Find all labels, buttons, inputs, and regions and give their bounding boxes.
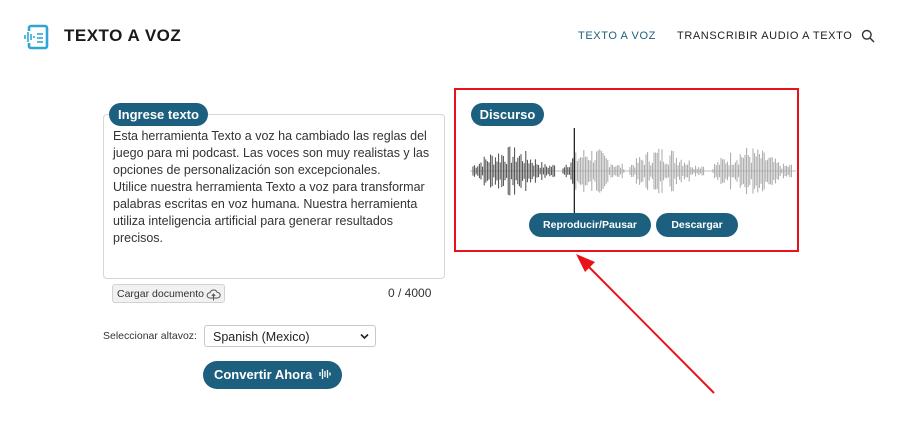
audio-waveform[interactable] (470, 128, 796, 214)
tab-ingrese-texto: Ingrese texto (109, 103, 208, 126)
input-text-content[interactable]: Esta herramienta Texto a voz ha cambiado… (113, 128, 437, 247)
play-pause-button[interactable]: Reproducir/Pausar (529, 213, 651, 237)
convert-label: Convertir Ahora (213, 367, 313, 382)
logo-icon[interactable] (22, 22, 52, 52)
nav-transcribir-audio[interactable]: TRANSCRIBIR AUDIO A TEXTO (677, 30, 852, 42)
soundwave-icon (319, 369, 331, 379)
upload-label: Cargar documento (117, 288, 204, 300)
tab-discurso: Discurso (471, 103, 544, 126)
voice-select-label: Seleccionar altavoz: (103, 330, 197, 342)
annotation-arrow (576, 254, 715, 394)
download-button[interactable]: Descargar (656, 213, 738, 237)
voice-select[interactable]: Spanish (Mexico) (204, 325, 376, 347)
nav-texto-a-voz[interactable]: TEXTO A VOZ (578, 30, 656, 42)
search-icon[interactable] (861, 29, 875, 43)
convert-now-button[interactable]: Convertir Ahora (203, 361, 342, 389)
voice-selected-value: Spanish (Mexico) (213, 330, 310, 344)
character-counter: 0 / 4000 (388, 286, 432, 300)
brand-title[interactable]: TEXTO A VOZ (64, 26, 181, 46)
upload-document-button[interactable]: Cargar documento (112, 284, 225, 303)
chevron-down-icon (360, 333, 369, 340)
cloud-upload-icon (206, 289, 221, 301)
